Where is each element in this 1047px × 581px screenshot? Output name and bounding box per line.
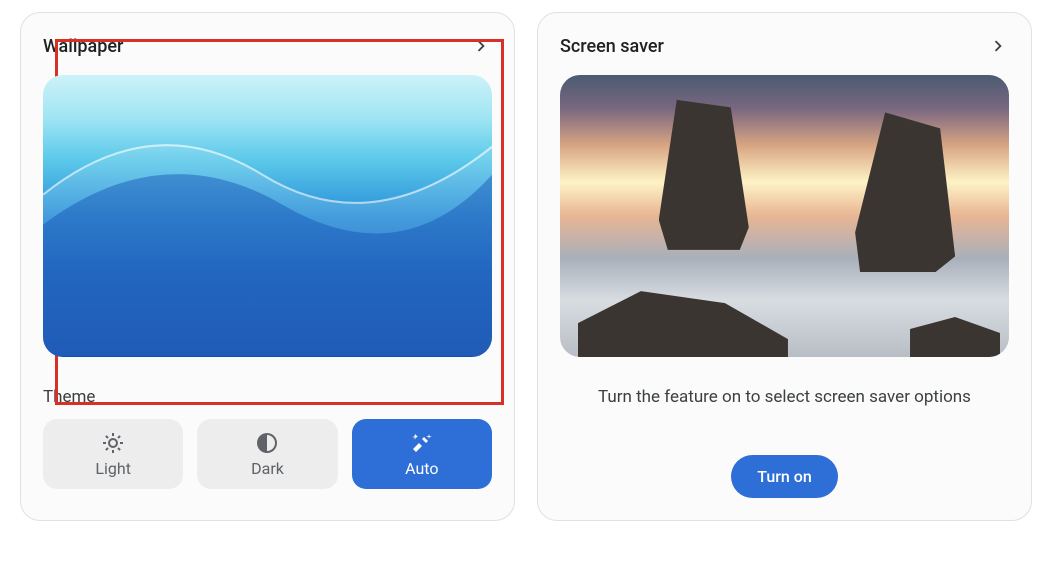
theme-dark-label: Dark — [251, 459, 284, 478]
theme-light-label: Light — [95, 459, 131, 478]
turn-on-label: Turn on — [757, 467, 812, 486]
screensaver-header[interactable]: Screen saver — [560, 35, 1009, 57]
screensaver-card: Screen saver Turn the feature on to sele… — [537, 12, 1032, 521]
wallpaper-card: Wallpaper Theme Light Dark — [20, 12, 515, 521]
sun-icon — [101, 431, 125, 455]
turn-on-button[interactable]: Turn on — [731, 455, 838, 498]
theme-dark-button[interactable]: Dark — [197, 419, 337, 489]
theme-auto-button[interactable]: Auto — [352, 419, 492, 489]
rock-graphic — [855, 112, 955, 272]
theme-options: Light Dark Auto — [43, 419, 492, 489]
theme-light-button[interactable]: Light — [43, 419, 183, 489]
wallpaper-title: Wallpaper — [43, 36, 123, 57]
rock-graphic — [659, 100, 749, 250]
screensaver-preview-image[interactable] — [560, 75, 1009, 357]
rock-graphic — [910, 317, 1000, 357]
screensaver-action-row: Turn on — [560, 455, 1009, 498]
rock-graphic — [578, 291, 788, 357]
magic-wand-icon — [410, 431, 434, 455]
contrast-icon — [255, 431, 279, 455]
chevron-right-icon — [470, 35, 492, 57]
theme-section-title: Theme — [43, 387, 492, 407]
wallpaper-preview-image[interactable] — [43, 75, 492, 357]
theme-auto-label: Auto — [405, 459, 438, 478]
chevron-right-icon — [987, 35, 1009, 57]
screensaver-helper-text: Turn the feature on to select screen sav… — [560, 387, 1009, 407]
screensaver-title: Screen saver — [560, 36, 664, 57]
wave-graphic — [43, 75, 492, 356]
wallpaper-header[interactable]: Wallpaper — [43, 35, 492, 57]
